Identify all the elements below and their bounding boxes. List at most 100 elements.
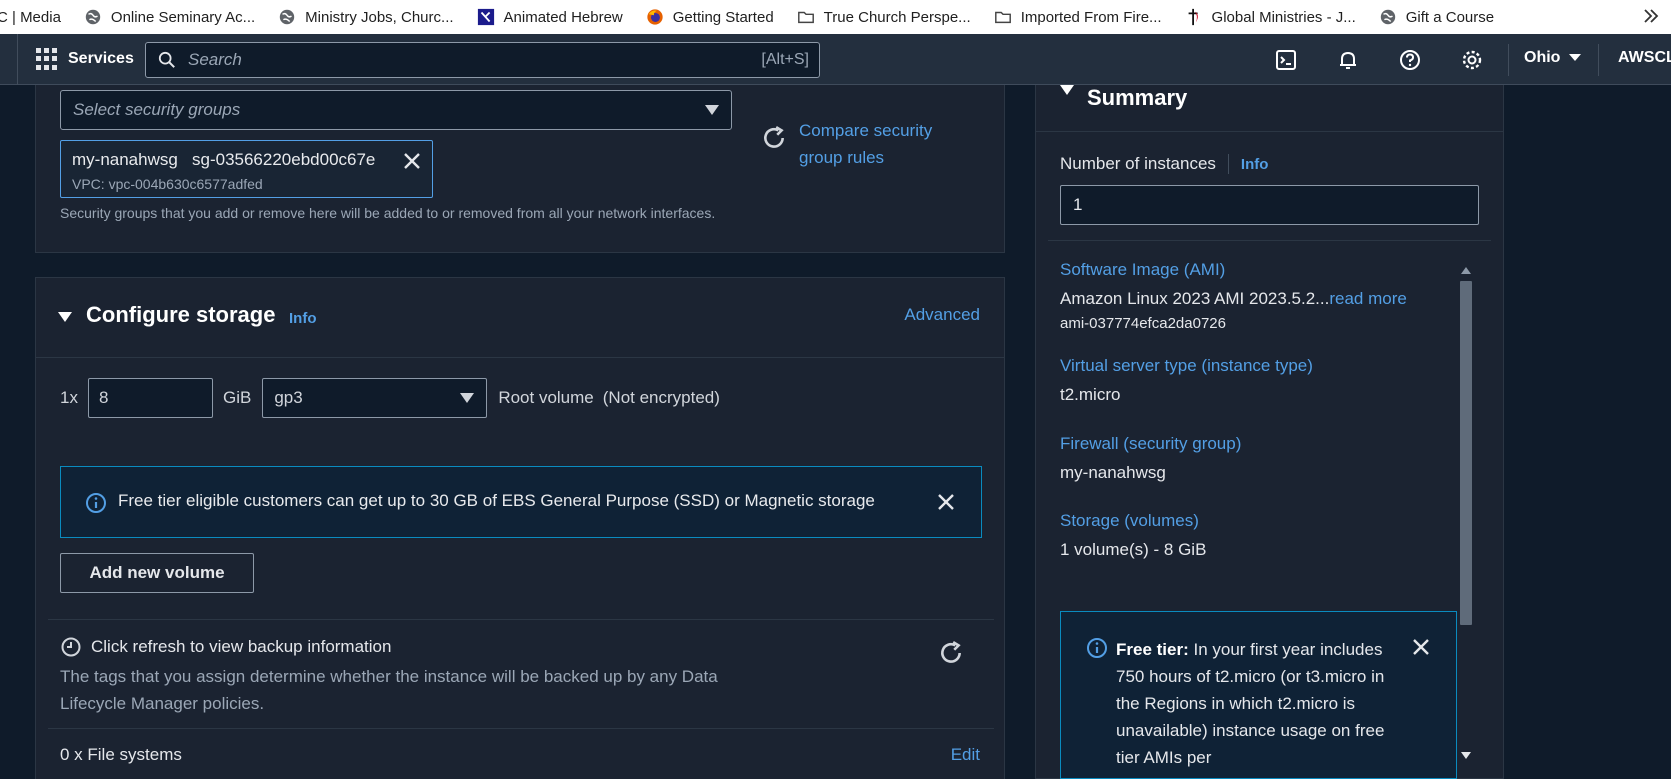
folder-icon [796,7,816,27]
collapse-triangle-icon[interactable] [58,312,72,322]
free-tier-storage-alert: Free tier eligible customers can get up … [60,466,982,538]
token-vpc: VPC: vpc-004b630c6577adfed [72,176,263,192]
close-icon[interactable] [935,491,957,513]
account-menu[interactable]: AWSCLI [1618,49,1671,67]
caret-down-icon [705,105,719,115]
summary-scrollbar[interactable] [1457,261,1475,765]
number-of-instances-input[interactable] [1060,185,1479,225]
storage-link[interactable]: Storage (volumes) [1060,511,1206,531]
close-icon[interactable] [402,151,422,171]
search-input[interactable] [188,50,762,70]
region-label: Ohio [1524,49,1561,66]
help-icon[interactable] [1396,46,1424,74]
storage-value: 1 volume(s) - 8 GiB [1060,540,1207,559]
volume-size-input[interactable] [87,378,213,418]
ami-link[interactable]: Software Image (AMI) [1060,260,1407,280]
caret-down-icon [460,393,475,403]
ami-id: ami-037774efca2da0726 [1060,315,1226,332]
security-group-select[interactable]: Select security groups [60,90,732,130]
compare-rules: Compare security group rules [761,117,949,171]
bookmark-label: Animated Hebrew [503,8,623,26]
refresh-icon[interactable] [938,640,964,666]
label-separator [1227,154,1229,174]
file-systems-edit-link[interactable]: Edit [951,745,980,765]
storage-header: Configure storage Info Advanced [36,278,1004,358]
token-group-name: my-nanahwsg [72,150,178,169]
volume-type-select[interactable]: gp3 [262,378,488,418]
bookmark-label: Imported From Fire... [1020,8,1162,26]
storage-title: Configure storage [86,302,276,327]
read-more-link[interactable]: read more [1329,289,1406,308]
bookmark-getting-started[interactable]: Getting Started [645,7,774,27]
summary-ami: Software Image (AMI) Amazon Linux 2023 A… [1060,260,1407,332]
refresh-icon[interactable] [761,125,787,151]
info-icon [86,493,106,513]
alert-text: Free tier eligible customers can get up … [118,491,875,510]
storage-info-link[interactable]: Info [289,310,317,327]
advanced-link[interactable]: Advanced [904,305,980,325]
nav-edge [0,33,18,85]
bookmark-label: Online Seminary Ac... [110,8,256,26]
encryption-status: (Not encrypted) [602,388,720,407]
scroll-thumb[interactable] [1460,281,1472,625]
add-new-volume-button[interactable]: Add new volume [60,553,254,593]
summary-title: Summary [1087,85,1188,110]
search-box[interactable]: [Alt+S] [145,42,820,78]
backup-description: The tags that you assign determine wheth… [60,667,718,713]
bell-icon[interactable] [1334,46,1362,74]
bookmark-label: Ministry Jobs, Churc... [305,8,454,26]
number-of-instances-label: Number of instances Info [1060,154,1268,174]
bookmark-ministry-jobs[interactable]: Ministry Jobs, Churc... [277,7,454,27]
region-selector[interactable]: Ohio [1524,49,1582,67]
summary-panel: Summary Number of instances Info Softwar… [1035,85,1504,779]
bookmark-imported[interactable]: Imported From Fire... [993,7,1162,27]
bookmark-label: Gift a Course [1405,8,1495,26]
folder-icon [993,7,1013,27]
bookmark-global-ministries[interactable]: Global Ministries - J... [1184,7,1356,27]
ami-value: Amazon Linux 2023 AMI 2023.5.2...read mo… [1060,289,1407,309]
summary-instance-type: Virtual server type (instance type) t2.m… [1060,356,1313,405]
search-icon [158,51,175,68]
security-group-token: my-nanahwsg sg-03566220ebd00c67e VPC: vp… [60,140,433,198]
search-shortcut: [Alt+S] [761,51,809,68]
gear-icon[interactable] [1458,46,1486,74]
scroll-up-icon[interactable] [1461,267,1471,274]
select-placeholder: Select security groups [73,100,241,119]
summary-firewall: Firewall (security group) my-nanahwsg [1060,434,1241,483]
divider [48,619,994,620]
file-systems-label: 0 x File systems [60,745,182,764]
backup-title: Click refresh to view backup information [91,637,392,656]
security-groups-panel: Select security groups my-nanahwsg sg-03… [35,85,1005,253]
scroll-down-icon[interactable] [1461,752,1471,759]
token-group-id: sg-03566220ebd00c67e [192,150,376,169]
globe-icon [1378,7,1398,27]
bookmark-label: C | Media [0,8,61,26]
compare-security-group-rules-link[interactable]: Compare security group rules [799,117,949,171]
root-volume-label: Root volume [498,388,594,407]
cloudshell-icon[interactable] [1272,46,1300,74]
bookmark-gift-course[interactable]: Gift a Course [1378,7,1494,27]
summary-header: Summary [1036,85,1503,132]
bookmark-animated-hebrew[interactable]: Animated Hebrew [476,7,623,27]
ami-name: Amazon Linux 2023 AMI 2023.5.2... [1060,289,1330,308]
collapse-triangle-icon[interactable] [1060,85,1074,95]
free-tier-body: In your first year includes 750 hours of… [1116,640,1385,767]
instance-type-link[interactable]: Virtual server type (instance type) [1060,356,1313,376]
clock-icon [61,637,81,657]
summary-info-link[interactable]: Info [1241,156,1269,173]
bookmarks-bar: C | Media Online Seminary Ac... Ministry… [0,0,1671,34]
cross-flame-icon [1184,7,1204,27]
bookmark-true-church[interactable]: True Church Perspe... [796,7,971,27]
close-icon[interactable] [1410,636,1432,658]
free-tier-heading: Free tier: [1116,640,1189,659]
num-instances-text: Number of instances [1060,154,1216,173]
firewall-link[interactable]: Firewall (security group) [1060,434,1241,454]
info-icon [1087,638,1107,658]
bookmark-media[interactable]: C | Media [0,9,61,26]
bookmarks-overflow-icon[interactable] [1641,6,1661,30]
bookmark-online-seminary[interactable]: Online Seminary Ac... [83,7,255,27]
services-menu-button[interactable]: Services [36,48,134,70]
summary-storage: Storage (volumes) 1 volume(s) - 8 GiB [1060,511,1206,560]
firewall-value: my-nanahwsg [1060,463,1166,482]
nav-separator [1508,44,1509,76]
